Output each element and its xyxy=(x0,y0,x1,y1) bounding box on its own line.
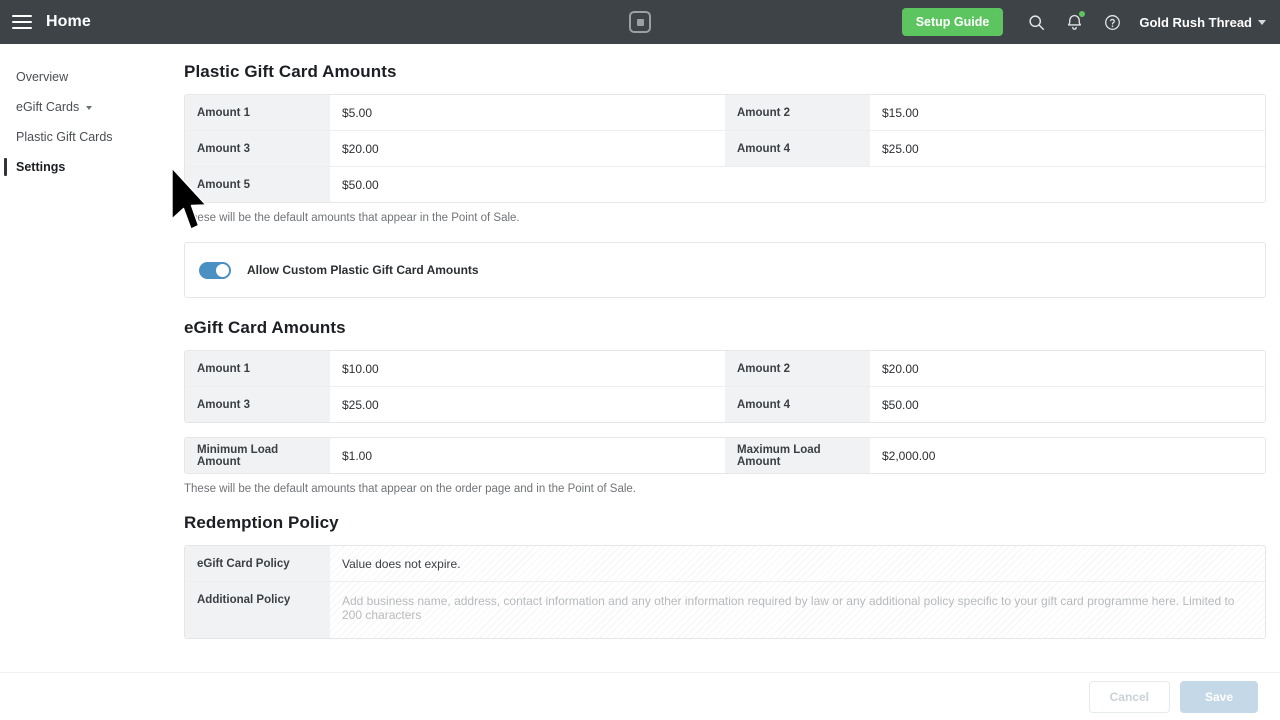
field-value[interactable]: $5.00 xyxy=(330,95,725,130)
field-amount-2: Amount 2 $15.00 xyxy=(725,95,1265,130)
chevron-down-icon xyxy=(1258,19,1266,25)
top-navigation-bar: Home Setup Guide Gold Rush Thread xyxy=(0,0,1280,44)
field-value[interactable]: $20.00 xyxy=(870,351,1265,386)
table-row: Amount 3 $25.00 Amount 4 $50.00 xyxy=(185,387,1265,422)
field-egift-amount-1: Amount 1 $10.00 xyxy=(185,351,725,386)
field-label: Amount 4 xyxy=(725,387,870,422)
field-egift-amount-2: Amount 2 $20.00 xyxy=(725,351,1265,386)
field-egift-card-policy: eGift Card Policy Value does not expire. xyxy=(185,546,1265,581)
table-row: Additional Policy Add business name, add… xyxy=(185,582,1265,638)
hamburger-icon[interactable] xyxy=(12,15,32,29)
table-row: Amount 1 $10.00 Amount 2 $20.00 xyxy=(185,351,1265,387)
sidebar-item-overview[interactable]: Overview xyxy=(0,62,170,92)
field-label xyxy=(725,167,870,202)
table-row: eGift Card Policy Value does not expire. xyxy=(185,546,1265,582)
plastic-amounts-helper-text: These will be the default amounts that a… xyxy=(184,212,520,224)
save-button[interactable]: Save xyxy=(1179,680,1258,713)
field-value[interactable]: $1.00 xyxy=(330,438,725,473)
field-value xyxy=(870,167,1265,202)
field-label: Amount 3 xyxy=(185,131,330,166)
field-value: Value does not expire. xyxy=(342,556,461,571)
allow-custom-amounts-toggle[interactable] xyxy=(199,261,231,279)
field-label: Amount 4 xyxy=(725,131,870,166)
field-maximum-load-amount: Maximum Load Amount $2,000.00 xyxy=(725,438,1265,473)
field-minimum-load-amount: Minimum Load Amount $1.00 xyxy=(185,438,725,473)
sidebar-item-plastic-gift-cards[interactable]: Plastic Gift Cards xyxy=(0,122,170,152)
sidebar: Overview eGift Cards Plastic Gift Cards … xyxy=(0,44,170,672)
search-icon[interactable] xyxy=(1021,7,1051,37)
field-value[interactable]: $25.00 xyxy=(330,387,725,422)
chevron-down-icon xyxy=(86,106,93,110)
sidebar-item-label: Settings xyxy=(16,160,66,174)
notification-badge xyxy=(1079,11,1086,17)
account-menu[interactable]: Gold Rush Thread xyxy=(1139,15,1266,30)
field-value[interactable]: $25.00 xyxy=(870,131,1265,166)
field-value[interactable]: $2,000.00 xyxy=(870,438,1265,473)
field-placeholder[interactable]: Add business name, address, contact info… xyxy=(330,582,1265,638)
action-footer: Cancel Save xyxy=(0,672,1280,720)
table-row: Minimum Load Amount $1.00 Maximum Load A… xyxy=(185,438,1265,473)
field-label: eGift Card Policy xyxy=(185,546,330,581)
table-row: Amount 3 $20.00 Amount 4 $25.00 xyxy=(185,131,1265,167)
bell-icon[interactable] xyxy=(1059,7,1089,37)
custom-amounts-toggle-card: Allow Custom Plastic Gift Card Amounts xyxy=(184,242,1266,298)
field-value[interactable]: $20.00 xyxy=(330,131,725,166)
field-label: Minimum Load Amount xyxy=(185,438,330,473)
sidebar-item-egift-cards[interactable]: eGift Cards xyxy=(0,92,170,122)
toggle-knob xyxy=(216,263,229,277)
sidebar-item-label: Plastic Gift Cards xyxy=(16,130,113,144)
redemption-policy-table: eGift Card Policy Value does not expire.… xyxy=(184,545,1266,639)
account-name: Gold Rush Thread xyxy=(1139,14,1252,30)
allow-custom-amounts-label: Allow Custom Plastic Gift Card Amounts xyxy=(247,263,479,277)
help-circle-icon[interactable] xyxy=(1097,7,1127,37)
table-row: Amount 1 $5.00 Amount 2 $15.00 xyxy=(185,95,1265,131)
load-amount-table: Minimum Load Amount $1.00 Maximum Load A… xyxy=(184,437,1266,474)
field-label: Amount 2 xyxy=(725,351,870,386)
sidebar-item-label: Overview xyxy=(16,70,69,84)
cancel-button[interactable]: Cancel xyxy=(1088,680,1170,713)
field-egift-amount-4: Amount 4 $50.00 xyxy=(725,387,1265,422)
field-amount-4: Amount 4 $25.00 xyxy=(725,131,1265,166)
egift-amounts-heading: eGift Card Amounts xyxy=(184,318,346,337)
sidebar-item-settings[interactable]: Settings xyxy=(0,152,170,182)
field-label: Amount 2 xyxy=(725,95,870,130)
field-value[interactable]: $50.00 xyxy=(870,387,1265,422)
settings-content: Plastic Gift Card Amounts Amount 1 $5.00… xyxy=(170,44,1280,672)
field-value[interactable]: $50.00 xyxy=(330,167,725,202)
plastic-amounts-table: Amount 1 $5.00 Amount 2 $15.00 Amount 3 … xyxy=(184,94,1266,203)
field-value[interactable]: $10.00 xyxy=(330,351,725,386)
field-amount-5: Amount 5 $50.00 xyxy=(185,167,725,202)
setup-guide-button[interactable]: Setup Guide xyxy=(901,7,1004,37)
field-label: Maximum Load Amount xyxy=(725,438,870,473)
field-egift-amount-3: Amount 3 $25.00 xyxy=(185,387,725,422)
field-label: Amount 3 xyxy=(185,387,330,422)
field-label: Additional Policy xyxy=(185,582,330,638)
field-label: Amount 1 xyxy=(185,95,330,130)
sidebar-item-label: eGift Cards xyxy=(16,100,80,114)
table-row: Amount 5 $50.00 xyxy=(185,167,1265,202)
egift-amounts-table: Amount 1 $10.00 Amount 2 $20.00 Amount 3… xyxy=(184,350,1266,423)
plastic-amounts-heading: Plastic Gift Card Amounts xyxy=(184,62,397,81)
header-actions: Setup Guide Gold Rush Thread xyxy=(901,0,1272,44)
page-title: Home xyxy=(46,13,91,30)
field-label: Amount 1 xyxy=(185,351,330,386)
field-empty xyxy=(725,167,1265,202)
square-logo-icon xyxy=(629,11,651,33)
field-amount-1: Amount 1 $5.00 xyxy=(185,95,725,130)
field-value[interactable]: $15.00 xyxy=(870,95,1265,130)
redemption-policy-heading: Redemption Policy xyxy=(184,513,339,532)
field-additional-policy: Additional Policy Add business name, add… xyxy=(185,582,1265,638)
egift-amounts-helper-text: These will be the default amounts that a… xyxy=(184,483,636,495)
field-amount-3: Amount 3 $20.00 xyxy=(185,131,725,166)
field-label: Amount 5 xyxy=(185,167,330,202)
